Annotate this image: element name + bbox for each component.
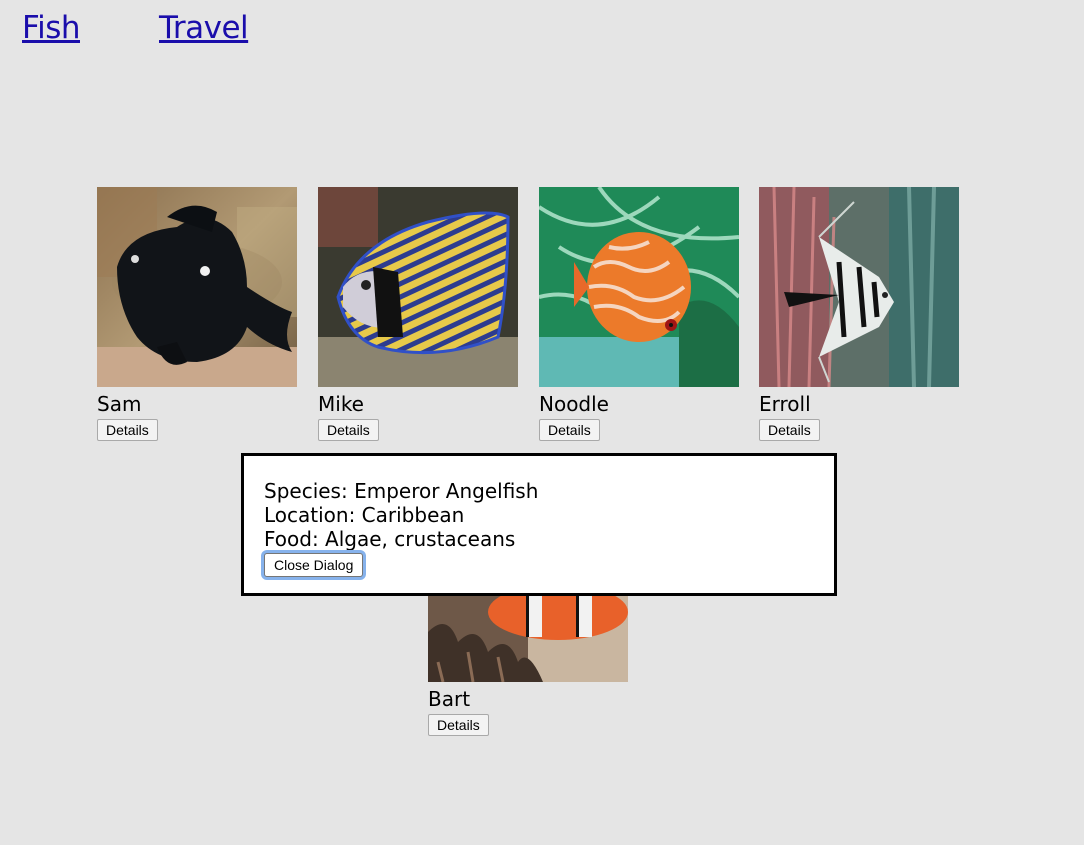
black-damselfish-photo — [97, 187, 297, 387]
fish-name: Sam — [97, 392, 142, 416]
fish-name: Erroll — [759, 392, 811, 416]
dialog-species: Species: Emperor Angelfish — [264, 479, 539, 503]
dialog-location: Location: Caribbean — [264, 503, 465, 527]
fish-card-noodle: Noodle Details — [539, 187, 739, 441]
fish-card-sam: Sam Details — [97, 187, 297, 441]
fish-details-dialog: Species: Emperor Angelfish Location: Car… — [241, 453, 837, 596]
details-button[interactable]: Details — [428, 714, 489, 736]
details-button[interactable]: Details — [539, 419, 600, 441]
fish-name: Bart — [428, 687, 471, 711]
details-button[interactable]: Details — [97, 419, 158, 441]
fish-card-mike: Mike Details — [318, 187, 518, 441]
details-button[interactable]: Details — [759, 419, 820, 441]
dialog-food: Food: Algae, crustaceans — [264, 527, 516, 551]
fish-name: Noodle — [539, 392, 609, 416]
emperor-angelfish-photo — [318, 187, 518, 387]
nav-link-fish[interactable]: Fish — [22, 10, 81, 46]
details-button[interactable]: Details — [318, 419, 379, 441]
fish-card-erroll: Erroll Details — [759, 187, 959, 441]
nav-link-travel[interactable]: Travel — [159, 10, 249, 46]
fish-name: Mike — [318, 392, 364, 416]
close-dialog-button[interactable]: Close Dialog — [264, 553, 364, 577]
freshwater-angelfish-photo — [759, 187, 959, 387]
discus-fish-photo — [539, 187, 739, 387]
